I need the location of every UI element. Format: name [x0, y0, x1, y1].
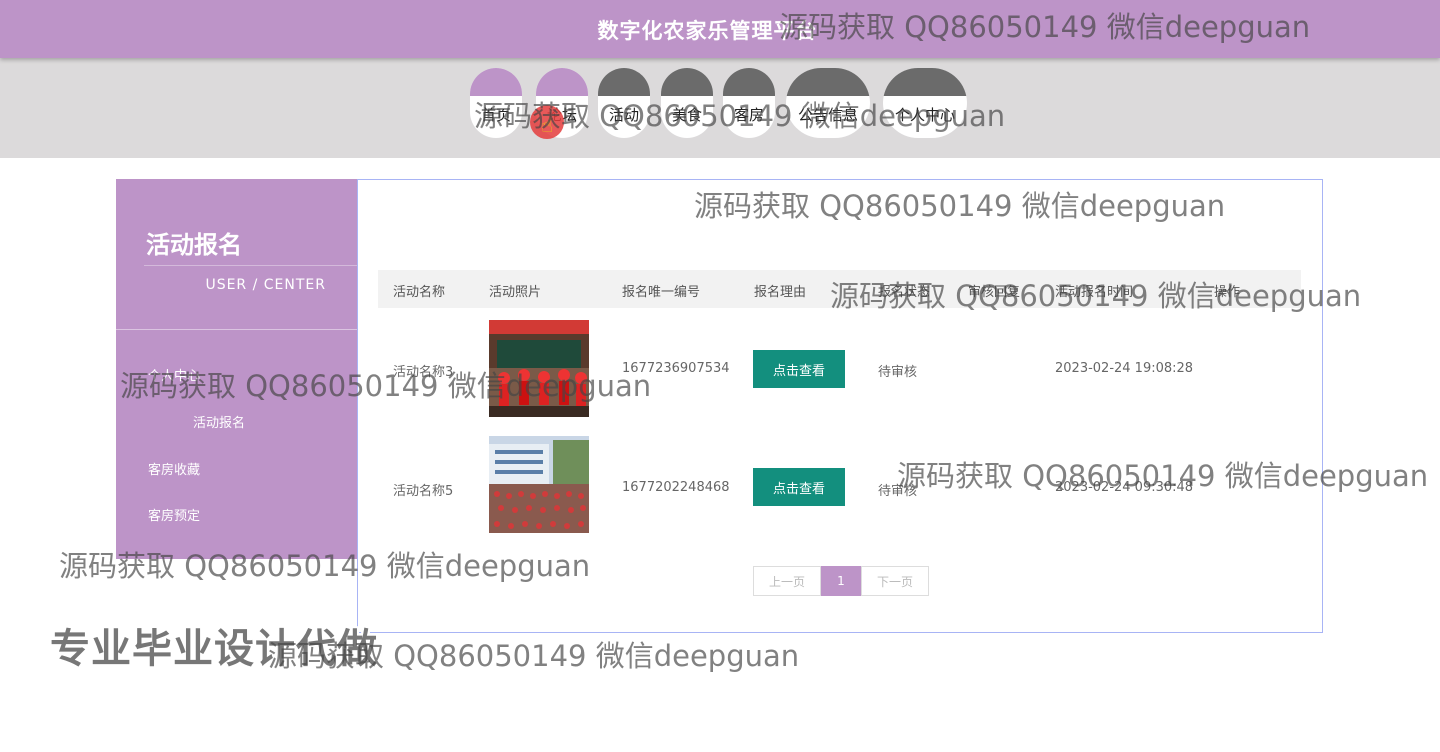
col-review-reply: 审核回复 — [968, 285, 1021, 300]
signup-id: 1677236907534 — [622, 361, 730, 376]
signup-status: 待审核 — [878, 365, 918, 380]
col-signup-time: 活动报名时间 — [1055, 285, 1134, 300]
nav-user-center[interactable]: 个人中心 — [883, 68, 967, 138]
table-header: 活动名称 活动照片 报名唯一编号 报名理由 报名状态 审核回复 活动报名时间 操… — [378, 270, 1301, 308]
activity-photo — [489, 320, 589, 417]
col-activity-photo: 活动照片 — [489, 285, 542, 300]
top-bar: 数字化农家乐管理平台 — [0, 0, 1440, 58]
site-title: 数字化农家乐管理平台 — [597, 19, 818, 43]
prev-page-button[interactable]: 上一页 — [753, 566, 821, 596]
pagination: 上一页 1 下一页 — [753, 566, 929, 596]
nav-room-label: 客房 — [733, 106, 764, 124]
signup-time: 2023-02-24 09:30:48 — [1055, 480, 1194, 495]
signup-status: 待审核 — [878, 484, 918, 499]
sidebar: 活动报名 USER / CENTER 个人中心 活动报名 客房收藏 客房预定 — [116, 179, 358, 559]
sidebar-divider — [144, 265, 358, 266]
nav-activity[interactable]: 活动 — [598, 68, 650, 138]
sidebar-divider — [116, 329, 358, 330]
activity-photo — [489, 436, 589, 533]
col-activity-name: 活动名称 — [393, 285, 446, 300]
activity-name: 活动名称5 — [393, 484, 454, 499]
service-badge: 专业毕业设计代做 — [50, 626, 378, 672]
sidebar-item-room-booking[interactable]: 客房预定 — [148, 505, 200, 524]
page-1-button[interactable]: 1 — [821, 566, 861, 596]
nav-activity-label: 活动 — [608, 106, 639, 124]
nav-notice-label: 公告信息 — [797, 106, 858, 124]
sidebar-subtitle: USER / CENTER — [205, 277, 326, 293]
nav-home-label: 首页 — [480, 106, 511, 124]
table-row: 活动名称3 1677236907534 点击查看 待审核 2023-02-24 … — [378, 320, 1301, 432]
col-signup-reason: 报名理由 — [754, 285, 807, 300]
view-reason-button[interactable]: 点击查看 — [753, 350, 845, 388]
nav-food[interactable]: 美食 — [661, 68, 713, 138]
col-signup-status: 报名状态 — [878, 285, 931, 300]
signup-id: 1677202248468 — [622, 480, 730, 495]
table-row: 活动名称5 1677202248468 点击查看 待审核 2023-02-24 … — [378, 436, 1301, 548]
hand-cursor-icon: ☝ — [541, 113, 554, 137]
sidebar-item-room-favorites[interactable]: 客房收藏 — [148, 459, 200, 478]
nav-notice[interactable]: 公告信息 — [786, 68, 870, 138]
signup-table-panel: 活动名称 活动照片 报名唯一编号 报名理由 报名状态 审核回复 活动报名时间 操… — [357, 179, 1323, 633]
nav-room[interactable]: 客房 — [723, 68, 775, 138]
sidebar-item-activity-signup[interactable]: 活动报名 — [193, 412, 245, 431]
main-nav: 首页 论坛 活动 美食 客房 公告信息 个人中心 — [0, 58, 1440, 158]
signup-time: 2023-02-24 19:08:28 — [1055, 361, 1194, 376]
nav-user-center-label: 个人中心 — [894, 106, 955, 124]
col-signup-id: 报名唯一编号 — [622, 285, 701, 300]
nav-food-label: 美食 — [671, 106, 702, 124]
sidebar-title: 活动报名 — [146, 231, 242, 259]
col-actions: 操作 — [1214, 285, 1241, 300]
activity-name: 活动名称3 — [393, 365, 454, 380]
sidebar-item-user-center[interactable]: 个人中心 — [148, 365, 200, 384]
next-page-button[interactable]: 下一页 — [861, 566, 929, 596]
view-reason-button[interactable]: 点击查看 — [753, 468, 845, 506]
nav-home[interactable]: 首页 — [470, 68, 522, 138]
